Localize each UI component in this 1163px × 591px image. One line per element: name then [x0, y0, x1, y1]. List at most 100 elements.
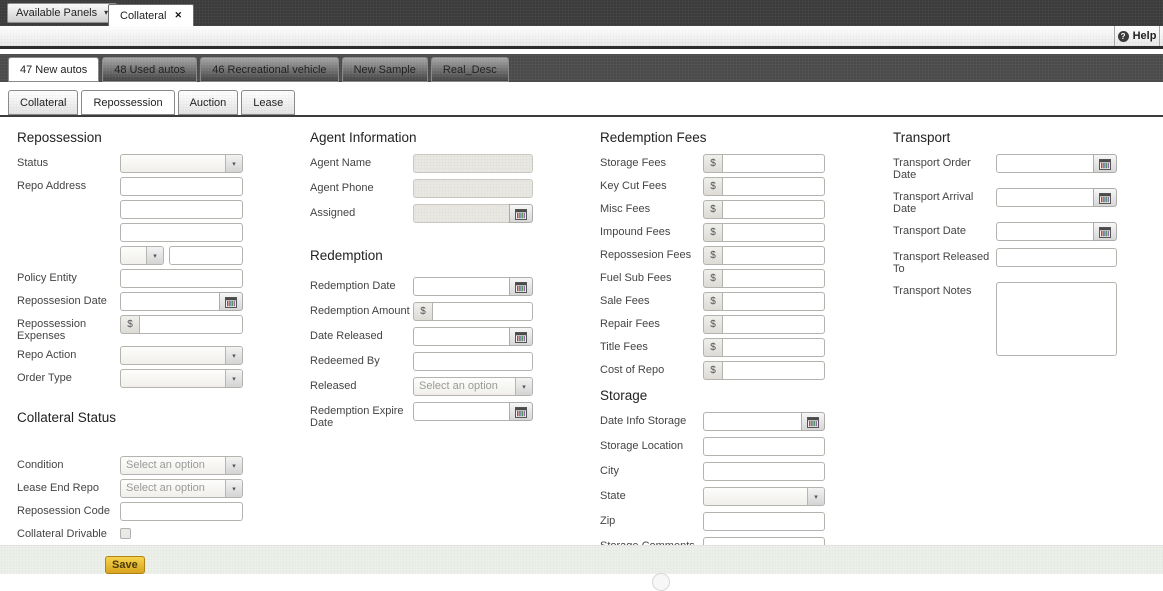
document-tab-label: Collateral: [120, 10, 166, 22]
repo-address-zip-input[interactable]: [169, 246, 243, 265]
tab-new-sample[interactable]: New Sample: [342, 57, 428, 82]
repo-action-select[interactable]: ▾: [120, 346, 243, 365]
repossesion-date-calendar-button[interactable]: [219, 292, 243, 311]
reposession-code-input[interactable]: [120, 502, 243, 521]
status-select[interactable]: ▾: [120, 154, 243, 173]
repo-address-line-3-input[interactable]: [120, 223, 243, 242]
misc-fees-label: Misc Fees: [600, 200, 703, 215]
repo-action-label: Repo Action: [17, 346, 120, 361]
transport-arrival-date-calendar-button[interactable]: [1093, 188, 1117, 207]
field-row-transport-arrival-date: Transport Arrival Date: [893, 188, 1117, 215]
sale-fees-label: Sale Fees: [600, 292, 703, 307]
date-info-storage-calendar-button[interactable]: [801, 412, 825, 431]
date-info-storage-date-input[interactable]: [703, 412, 802, 431]
agent-phone-input[interactable]: [413, 179, 533, 198]
assigned-date-input[interactable]: [413, 204, 510, 223]
field-row-impound-fees: Impound Fees$: [600, 223, 825, 242]
select-open-button[interactable]: ▾: [807, 488, 824, 505]
sale-fees-amount-input[interactable]: [722, 292, 825, 311]
section-agent-information: Agent InformationAgent NameAgent PhoneAs…: [310, 130, 533, 223]
field-row-released: ReleasedSelect an option▾: [310, 377, 533, 396]
transport-date-calendar-button[interactable]: [1093, 222, 1117, 241]
lease-end-repo-select[interactable]: Select an option▾: [120, 479, 243, 498]
tab-repossession[interactable]: Repossession: [81, 90, 174, 115]
dollar-icon: $: [703, 269, 722, 288]
tab-real-desc[interactable]: Real_Desc: [431, 57, 509, 82]
agent-name-input[interactable]: [413, 154, 533, 173]
tab-46-recreational-vehicle[interactable]: 46 Recreational vehicle: [200, 57, 338, 82]
select-open-button[interactable]: ▾: [225, 155, 242, 172]
transport-released-to-input[interactable]: [996, 248, 1117, 267]
misc-fees-amount-input[interactable]: [722, 200, 825, 219]
save-button[interactable]: Save: [105, 556, 145, 574]
condition-select[interactable]: Select an option▾: [120, 456, 243, 475]
top-bar: Available Panels ▾ Collateral ✕: [0, 0, 1163, 26]
repossession-expenses-amount-input[interactable]: [139, 315, 243, 334]
tab-lease[interactable]: Lease: [241, 90, 295, 115]
select-open-button[interactable]: ▾: [146, 247, 163, 264]
section-title: Agent Information: [310, 130, 533, 145]
repossesion-fees-amount-input[interactable]: [722, 246, 825, 265]
redemption-date-date-input[interactable]: [413, 277, 510, 296]
dollar-icon: $: [703, 361, 722, 380]
date-released-date-input[interactable]: [413, 327, 510, 346]
key-cut-fees-amount-input[interactable]: [722, 177, 825, 196]
tab-auction[interactable]: Auction: [178, 90, 239, 115]
calendar-icon: [515, 281, 527, 293]
transport-arrival-date-date-input[interactable]: [996, 188, 1094, 207]
caret-down-icon: ▾: [232, 352, 236, 360]
fuel-sub-fees-amount-input[interactable]: [722, 269, 825, 288]
field-row-redemption-expire-date: Redemption Expire Date: [310, 402, 533, 429]
calendar-icon: [515, 208, 527, 220]
field-row-repossesion-fees: Repossesion Fees$: [600, 246, 825, 265]
storage-location-input[interactable]: [703, 437, 825, 456]
redemption-expire-date-date-input[interactable]: [413, 402, 510, 421]
select-open-button[interactable]: ▾: [225, 457, 242, 474]
date-released-calendar-button[interactable]: [509, 327, 533, 346]
repair-fees-amount-input[interactable]: [722, 315, 825, 334]
repo-address-line-2-input[interactable]: [120, 200, 243, 219]
cost-of-repo-amount-input[interactable]: [722, 361, 825, 380]
transport-date-date-input[interactable]: [996, 222, 1094, 241]
zip-input[interactable]: [703, 512, 825, 531]
select-open-button[interactable]: ▾: [515, 378, 532, 395]
calendar-icon: [807, 416, 819, 428]
order-type-select-value: [121, 370, 225, 387]
tab-collateral[interactable]: Collateral: [8, 90, 78, 115]
help-button[interactable]: ? Help: [1114, 26, 1160, 46]
storage-fees-amount-input[interactable]: [722, 154, 825, 173]
impound-fees-amount-input[interactable]: [722, 223, 825, 242]
transport-order-date-date-input[interactable]: [996, 154, 1094, 173]
spacer: [0, 82, 1163, 90]
transport-notes-textarea[interactable]: [996, 282, 1117, 356]
transport-order-date-label: Transport Order Date: [893, 154, 996, 181]
tab-47-new-autos[interactable]: 47 New autos: [8, 57, 99, 82]
repo-address-line-1-input[interactable]: [120, 177, 243, 196]
redemption-amount-amount-input[interactable]: [432, 302, 533, 321]
select-open-button[interactable]: ▾: [225, 480, 242, 497]
order-type-select[interactable]: ▾: [120, 369, 243, 388]
available-panels-button[interactable]: Available Panels ▾: [7, 3, 117, 23]
document-tab-collateral[interactable]: Collateral ✕: [108, 4, 194, 26]
close-icon[interactable]: ✕: [174, 10, 182, 21]
dollar-icon: $: [703, 154, 722, 173]
loading-arc: [652, 573, 670, 591]
redeemed-by-input[interactable]: [413, 352, 533, 371]
select-open-button[interactable]: ▾: [225, 370, 242, 387]
policy-entity-input[interactable]: [120, 269, 243, 288]
transport-order-date-calendar-button[interactable]: [1093, 154, 1117, 173]
repo-address-state-select[interactable]: ▾: [120, 246, 164, 265]
redemption-date-calendar-button[interactable]: [509, 277, 533, 296]
city-input[interactable]: [703, 462, 825, 481]
tab-48-used-autos[interactable]: 48 Used autos: [102, 57, 197, 82]
field-row-reposession-code: Reposession Code: [17, 502, 243, 521]
select-open-button[interactable]: ▾: [225, 347, 242, 364]
state-select[interactable]: ▾: [703, 487, 825, 506]
title-fees-amount-input[interactable]: [722, 338, 825, 357]
assigned-calendar-button[interactable]: [509, 204, 533, 223]
redemption-expire-date-calendar-button[interactable]: [509, 402, 533, 421]
collateral-drivable-checkbox[interactable]: [120, 528, 131, 539]
field-row-fuel-sub-fees: Fuel Sub Fees$: [600, 269, 825, 288]
repossesion-date-date-input[interactable]: [120, 292, 220, 311]
released-select[interactable]: Select an option▾: [413, 377, 533, 396]
